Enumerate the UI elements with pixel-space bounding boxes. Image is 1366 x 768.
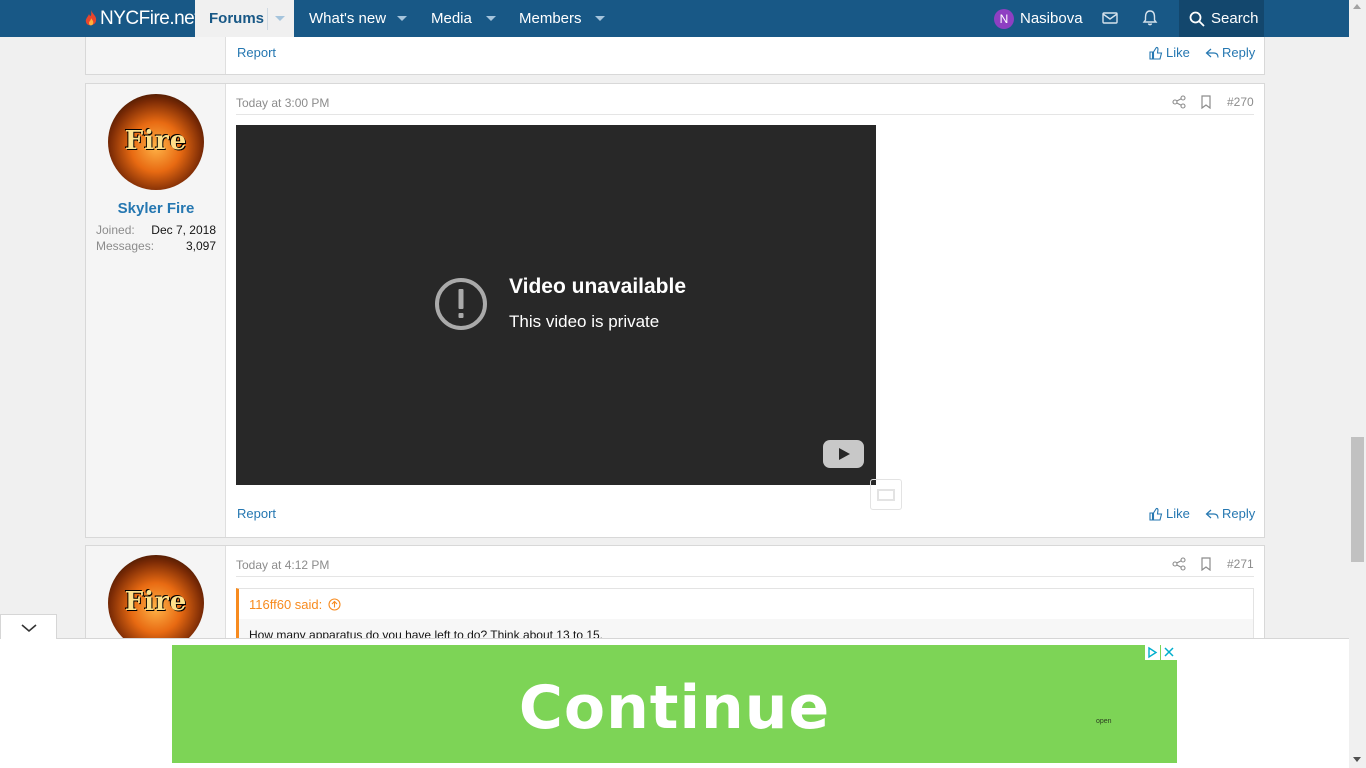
report-link[interactable]: Report	[237, 506, 276, 521]
reply-label: Reply	[1222, 45, 1256, 60]
joined-label: Joined:	[96, 223, 135, 237]
author-avatar[interactable]: Fire	[108, 94, 204, 190]
ad-collapse-button[interactable]	[0, 614, 57, 639]
inbox-envelope-icon[interactable]	[1101, 9, 1119, 27]
ad-small-text: open	[1096, 718, 1112, 725]
joined-stat: Joined: Dec 7, 2018	[96, 223, 216, 237]
joined-value: Dec 7, 2018	[151, 223, 216, 237]
top-navigation: NYCFire.net Forums What's new Media Memb…	[0, 0, 1349, 37]
reply-arrow-icon	[1205, 509, 1219, 519]
messages-stat: Messages: 3,097	[96, 239, 216, 253]
thumbs-up-icon	[1149, 507, 1163, 521]
adchoices-icon[interactable]	[1145, 645, 1160, 660]
tab-media[interactable]: Media	[431, 0, 472, 37]
ad-headline: Continue	[518, 673, 831, 743]
post-timestamp[interactable]: Today at 3:00 PM	[236, 96, 329, 110]
report-link[interactable]: Report	[237, 45, 276, 60]
video-error-subtitle: This video is private	[509, 312, 660, 331]
page-scrollbar[interactable]	[1349, 0, 1366, 768]
picture-in-picture-icon[interactable]	[870, 479, 902, 510]
search-button[interactable]: Search	[1179, 0, 1264, 37]
author-avatar[interactable]: Fire	[108, 555, 204, 651]
media-chevron-down-icon[interactable]	[486, 16, 496, 21]
youtube-play-icon[interactable]	[823, 440, 864, 468]
username-label: Nasibova	[1020, 10, 1083, 27]
user-avatar: N	[994, 8, 1014, 29]
reply-arrow-icon	[1205, 48, 1219, 58]
reply-button[interactable]: Reply	[1205, 506, 1255, 521]
site-logo[interactable]: NYCFire.net	[84, 6, 200, 32]
share-icon[interactable]	[1172, 95, 1186, 109]
like-label: Like	[1166, 45, 1190, 60]
messages-label: Messages:	[96, 239, 155, 253]
tab-whats-new[interactable]: What's new	[309, 0, 386, 37]
chevron-down-icon	[21, 624, 37, 633]
advertisement-banner[interactable]: Continue open	[172, 645, 1177, 763]
tab-media-label: Media	[431, 10, 472, 27]
embedded-video-player[interactable]: Video unavailable This video is private	[236, 125, 876, 485]
flame-icon	[85, 10, 97, 26]
search-icon	[1189, 11, 1205, 27]
tab-members-label: Members	[519, 10, 582, 27]
bookmark-icon[interactable]	[1200, 557, 1212, 571]
reply-label: Reply	[1222, 506, 1256, 521]
site-name: NYCFire.net	[100, 8, 200, 29]
exclamation-circle-icon	[435, 278, 487, 330]
quote-header[interactable]: 116ff60 said:	[239, 589, 1253, 619]
share-icon[interactable]	[1172, 557, 1186, 571]
scrollbar-thumb[interactable]	[1351, 437, 1364, 562]
avatar-fire-logo-text: Fire	[124, 587, 188, 617]
like-label: Like	[1166, 506, 1190, 521]
author-username[interactable]: Skyler Fire	[86, 200, 226, 217]
account-menu[interactable]: N Nasibova	[987, 0, 1083, 37]
members-chevron-down-icon[interactable]	[595, 16, 605, 21]
post-header-divider	[236, 114, 1254, 115]
post-header-divider	[236, 576, 1254, 577]
bell-icon[interactable]	[1141, 9, 1159, 27]
messages-value: 3,097	[185, 239, 216, 253]
post-number[interactable]: #270	[1227, 95, 1254, 109]
like-button[interactable]: Like	[1149, 506, 1190, 521]
post-timestamp[interactable]: Today at 4:12 PM	[236, 558, 329, 572]
like-button[interactable]: Like	[1149, 45, 1190, 60]
tab-members[interactable]: Members	[519, 0, 582, 37]
scroll-up-arrow-icon[interactable]	[1353, 4, 1361, 9]
whats-new-chevron-down-icon[interactable]	[397, 16, 407, 21]
arrow-up-circle-icon[interactable]	[328, 597, 341, 611]
search-label: Search	[1211, 10, 1259, 27]
video-error-title: Video unavailable	[509, 275, 687, 298]
tab-whats-new-label: What's new	[309, 10, 387, 27]
post-user-column: Fire Skyler Fire Joined: Dec 7, 2018 Mes…	[86, 84, 226, 537]
avatar-fire-logo-text: Fire	[124, 126, 188, 156]
scroll-down-arrow-icon[interactable]	[1353, 757, 1361, 762]
tab-forums-label: Forums	[209, 10, 265, 27]
ad-close-icon[interactable]	[1161, 645, 1177, 660]
post-number[interactable]: #271	[1227, 557, 1254, 571]
reply-button[interactable]: Reply	[1205, 45, 1255, 60]
tab-divider	[267, 8, 268, 30]
quote-author: 116ff60 said:	[249, 596, 323, 612]
thumbs-up-icon	[1149, 46, 1163, 60]
bookmark-icon[interactable]	[1200, 95, 1212, 109]
forums-menu-chevron-down-icon[interactable]	[275, 16, 285, 21]
